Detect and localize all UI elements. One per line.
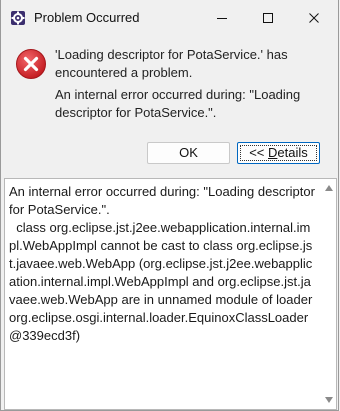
error-message: 'Loading descriptor for PotaService.' ha…: [55, 47, 288, 80]
error-icon: [16, 49, 46, 79]
dialog-title: Problem Occurred: [34, 10, 140, 25]
scroll-down-icon: [325, 397, 333, 403]
vertical-scrollbar[interactable]: [322, 179, 336, 409]
scroll-up-button[interactable]: [322, 181, 336, 195]
details-text-area[interactable]: An internal error occurred during: "Load…: [4, 178, 337, 410]
maximize-button[interactable]: [245, 0, 291, 36]
maximize-icon: [263, 13, 273, 23]
details-button[interactable]: << Details: [237, 142, 320, 164]
details-text: An internal error occurred during: "Load…: [9, 184, 315, 343]
eclipse-gear-icon: [11, 11, 25, 25]
minimize-icon: [217, 18, 227, 19]
ok-button[interactable]: OK: [147, 142, 230, 164]
problem-dialog: Problem Occurred 'Loading descriptor for…: [0, 0, 339, 411]
title-bar[interactable]: Problem Occurred: [1, 0, 338, 36]
minimize-button[interactable]: [199, 0, 245, 36]
error-reason: An internal error occurred during: "Load…: [55, 87, 301, 120]
close-icon: [309, 13, 319, 23]
scroll-up-icon: [325, 185, 333, 191]
details-button-label: << Details: [249, 145, 308, 160]
scroll-down-button[interactable]: [322, 393, 336, 407]
close-button[interactable]: [291, 0, 337, 36]
